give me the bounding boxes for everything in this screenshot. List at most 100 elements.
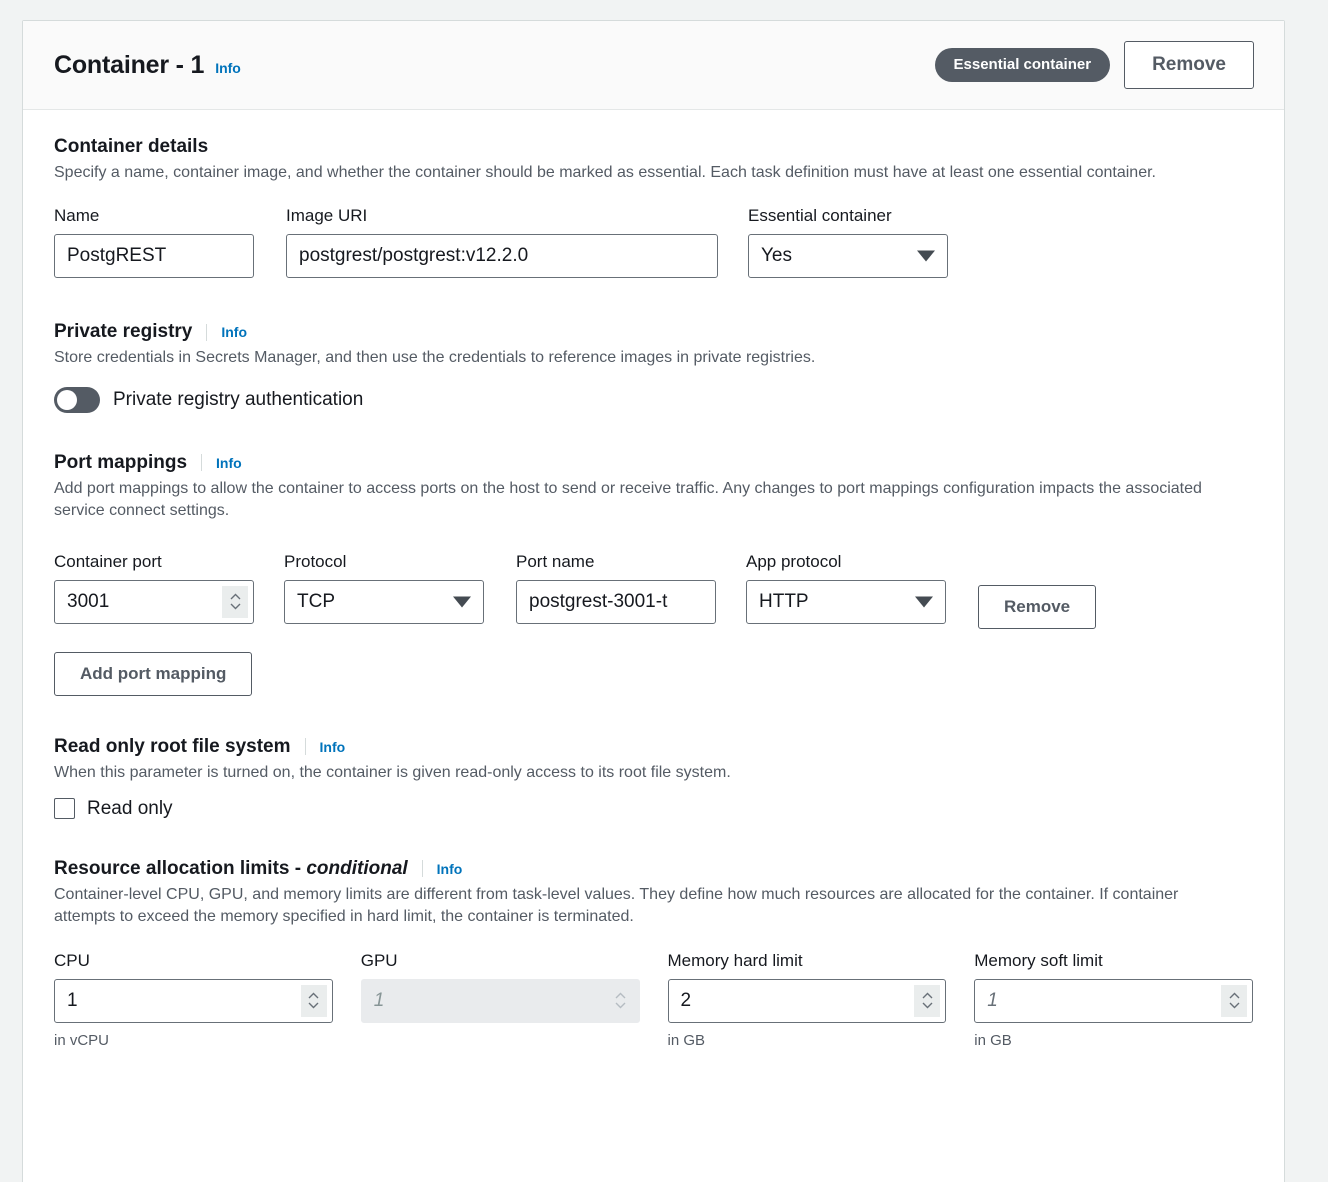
memory-hard-limit-hint: in GB bbox=[668, 1032, 947, 1049]
card-body: Container details Specify a name, contai… bbox=[23, 110, 1284, 1089]
chevron-up-icon bbox=[1229, 992, 1240, 999]
card-header-left: Container - 1 Info bbox=[54, 51, 935, 80]
container-port-label: Container port bbox=[54, 552, 254, 572]
memory-soft-limit-input[interactable] bbox=[974, 979, 1253, 1023]
quantity-stepper[interactable] bbox=[914, 985, 940, 1017]
read-only-title: Read only root file system bbox=[54, 736, 291, 758]
resource-limits-info-link[interactable]: Info bbox=[437, 861, 463, 877]
memory-hard-limit-label: Memory hard limit bbox=[668, 951, 947, 971]
chevron-down-icon bbox=[615, 1002, 626, 1009]
container-card: Container - 1 Info Essential container R… bbox=[22, 20, 1285, 1182]
private-registry-auth-label: Private registry authentication bbox=[113, 389, 363, 411]
app-protocol-select[interactable]: HTTP bbox=[746, 580, 946, 624]
memory-soft-limit-label: Memory soft limit bbox=[974, 951, 1253, 971]
resource-limits-title: Resource allocation limits - conditional bbox=[54, 858, 408, 880]
port-mappings-title-row: Port mappings Info bbox=[54, 452, 1253, 474]
section-read-only-root-file-system: Read only root file system Info When thi… bbox=[54, 736, 1253, 820]
essential-container-select[interactable]: Yes bbox=[748, 234, 948, 278]
quantity-stepper[interactable] bbox=[222, 586, 248, 618]
memory-hard-limit-field-group: Memory hard limit bbox=[668, 951, 947, 1049]
resource-limits-fields-row: CPU in vCPU bbox=[54, 951, 1253, 1049]
chevron-down-icon bbox=[1229, 1002, 1240, 1009]
divider bbox=[206, 324, 207, 341]
card-header: Container - 1 Info Essential container R… bbox=[23, 21, 1284, 110]
private-registry-title: Private registry bbox=[54, 321, 192, 343]
page-root: Container - 1 Info Essential container R… bbox=[0, 0, 1328, 1182]
chevron-up-icon bbox=[615, 992, 626, 999]
image-uri-label: Image URI bbox=[286, 206, 718, 226]
resource-limits-description: Container-level CPU, GPU, and memory lim… bbox=[54, 884, 1234, 929]
essential-container-label: Essential container bbox=[748, 206, 948, 226]
port-mapping-remove-group: Remove bbox=[978, 552, 1096, 629]
protocol-select[interactable]: TCP bbox=[284, 580, 484, 624]
container-details-title-row: Container details bbox=[54, 136, 1253, 158]
section-private-registry: Private registry Info Store credentials … bbox=[54, 321, 1253, 412]
card-header-actions: Essential container Remove bbox=[935, 41, 1254, 89]
essential-container-field-group: Essential container Yes bbox=[748, 206, 948, 278]
port-name-label: Port name bbox=[516, 552, 716, 572]
quantity-stepper-disabled bbox=[608, 985, 634, 1017]
protocol-label: Protocol bbox=[284, 552, 484, 572]
read-only-description: When this parameter is turned on, the co… bbox=[54, 762, 1253, 784]
read-only-checkbox-label: Read only bbox=[87, 798, 173, 820]
gpu-input bbox=[361, 979, 640, 1023]
name-field-group: Name bbox=[54, 206, 254, 278]
remove-port-mapping-button[interactable]: Remove bbox=[978, 585, 1096, 629]
port-name-field-group: Port name bbox=[516, 552, 716, 624]
quantity-stepper[interactable] bbox=[1221, 985, 1247, 1017]
cpu-field-group: CPU in vCPU bbox=[54, 951, 333, 1049]
add-port-mapping-button[interactable]: Add port mapping bbox=[54, 652, 252, 696]
quantity-stepper[interactable] bbox=[301, 985, 327, 1017]
cpu-input-wrap bbox=[54, 979, 333, 1023]
port-name-input[interactable] bbox=[516, 580, 716, 624]
section-resource-allocation-limits: Resource allocation limits - conditional… bbox=[54, 858, 1253, 1049]
container-port-input-wrap bbox=[54, 580, 254, 624]
add-port-mapping-group: Add port mapping bbox=[54, 652, 1253, 696]
image-uri-input[interactable] bbox=[286, 234, 718, 278]
chevron-up-icon bbox=[230, 593, 241, 600]
read-only-info-link[interactable]: Info bbox=[320, 739, 346, 755]
container-details-description: Specify a name, container image, and whe… bbox=[54, 162, 1234, 184]
essential-container-select-wrap: Yes bbox=[748, 234, 948, 278]
container-info-link[interactable]: Info bbox=[215, 60, 241, 76]
section-port-mappings: Port mappings Info Add port mappings to … bbox=[54, 452, 1253, 696]
cpu-input[interactable] bbox=[54, 979, 333, 1023]
gpu-label: GPU bbox=[361, 951, 640, 971]
cpu-hint: in vCPU bbox=[54, 1032, 333, 1049]
gpu-field-group: GPU bbox=[361, 951, 640, 1023]
name-label: Name bbox=[54, 206, 254, 226]
memory-hard-limit-input-wrap bbox=[668, 979, 947, 1023]
image-uri-field-group: Image URI bbox=[286, 206, 718, 278]
chevron-down-icon bbox=[308, 1002, 319, 1009]
container-details-title: Container details bbox=[54, 136, 208, 158]
divider bbox=[201, 454, 202, 471]
resource-limits-title-main: Resource allocation limits - bbox=[54, 858, 306, 879]
app-protocol-label: App protocol bbox=[746, 552, 946, 572]
cpu-label: CPU bbox=[54, 951, 333, 971]
port-mappings-title: Port mappings bbox=[54, 452, 187, 474]
protocol-select-wrap: TCP bbox=[284, 580, 484, 624]
app-protocol-select-wrap: HTTP bbox=[746, 580, 946, 624]
memory-soft-limit-field-group: Memory soft limit bbox=[974, 951, 1253, 1049]
protocol-field-group: Protocol TCP bbox=[284, 552, 484, 624]
memory-soft-limit-hint: in GB bbox=[974, 1032, 1253, 1049]
name-input[interactable] bbox=[54, 234, 254, 278]
port-mapping-row: Container port bbox=[54, 552, 1253, 629]
resource-limits-title-conditional: conditional bbox=[306, 858, 407, 879]
chevron-up-icon bbox=[308, 992, 319, 999]
page-title: Container - 1 bbox=[54, 51, 204, 80]
chevron-down-icon bbox=[922, 1002, 933, 1009]
private-registry-auth-toggle-row: Private registry authentication bbox=[54, 387, 1253, 413]
read-only-checkbox[interactable] bbox=[54, 798, 75, 819]
private-registry-description: Store credentials in Secrets Manager, an… bbox=[54, 347, 1253, 369]
port-mappings-info-link[interactable]: Info bbox=[216, 455, 242, 471]
container-port-field-group: Container port bbox=[54, 552, 254, 624]
divider bbox=[305, 738, 306, 755]
remove-container-button[interactable]: Remove bbox=[1124, 41, 1254, 89]
memory-hard-limit-input[interactable] bbox=[668, 979, 947, 1023]
toggle-knob bbox=[57, 390, 77, 410]
chevron-down-icon bbox=[230, 603, 241, 610]
private-registry-info-link[interactable]: Info bbox=[221, 324, 247, 340]
private-registry-auth-toggle[interactable] bbox=[54, 387, 100, 413]
read-only-title-row: Read only root file system Info bbox=[54, 736, 1253, 758]
